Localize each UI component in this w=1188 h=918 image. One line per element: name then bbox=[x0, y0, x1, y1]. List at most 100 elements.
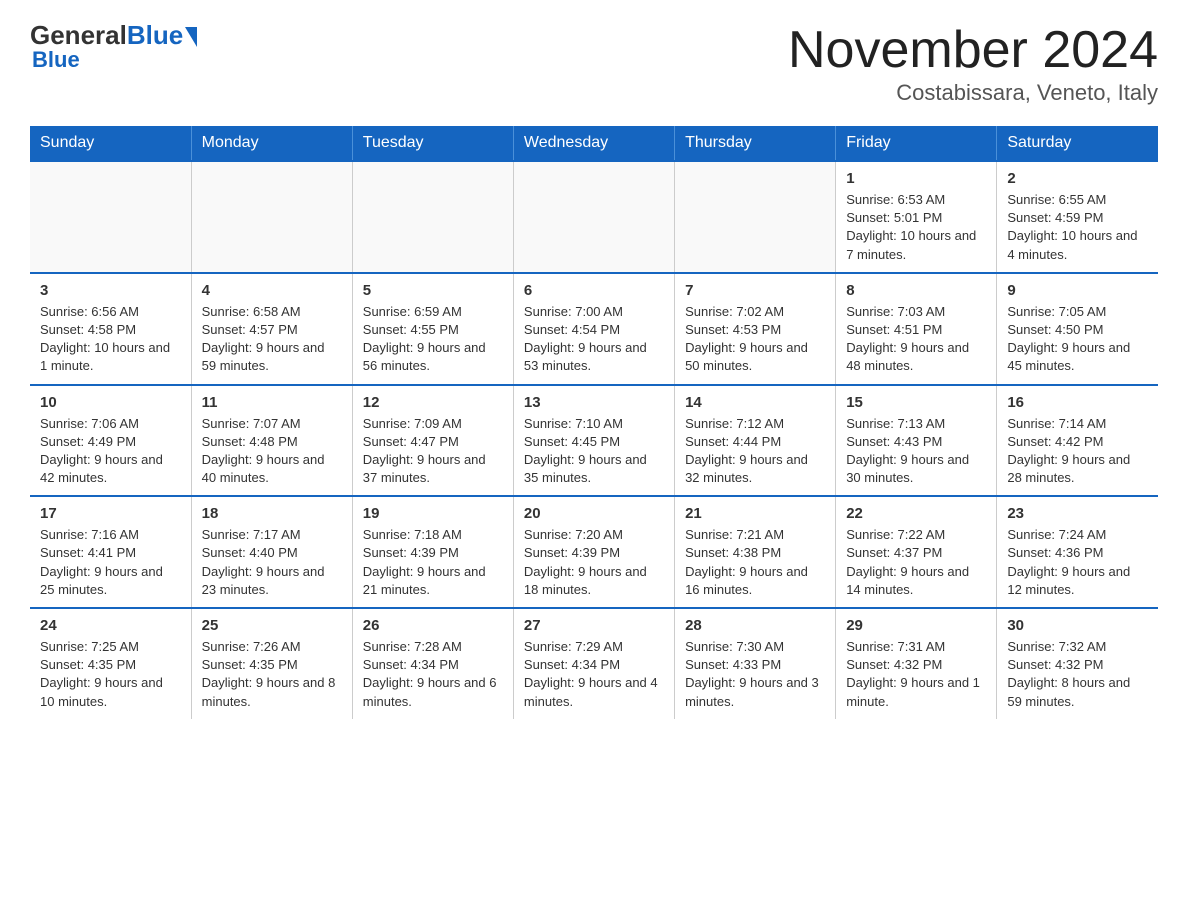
day-number: 14 bbox=[685, 394, 825, 411]
calendar-cell: 22 Sunrise: 7:22 AM Sunset: 4:37 PM Dayli… bbox=[836, 496, 997, 608]
title-block: November 2024 Costabissara, Veneto, Ital… bbox=[788, 20, 1158, 106]
day-number: 7 bbox=[685, 282, 825, 299]
calendar-cell bbox=[675, 161, 836, 273]
calendar-cell: 14 Sunrise: 7:12 AM Sunset: 4:44 PM Dayli… bbox=[675, 385, 836, 497]
day-number: 11 bbox=[202, 394, 342, 411]
day-of-week-header: Friday bbox=[836, 126, 997, 161]
day-number: 29 bbox=[846, 617, 986, 634]
calendar-header: SundayMondayTuesdayWednesdayThursdayFrid… bbox=[30, 126, 1158, 161]
day-info: Sunrise: 7:00 AM Sunset: 4:54 PM Dayligh… bbox=[524, 303, 664, 376]
calendar-cell: 4 Sunrise: 6:58 AM Sunset: 4:57 PM Daylig… bbox=[191, 273, 352, 385]
day-number: 3 bbox=[40, 282, 181, 299]
day-of-week-header: Saturday bbox=[997, 126, 1158, 161]
calendar-cell: 18 Sunrise: 7:17 AM Sunset: 4:40 PM Dayli… bbox=[191, 496, 352, 608]
calendar-cell: 13Sunrise: 7:10 AM Sunset: 4:45 PM Dayli… bbox=[513, 385, 674, 497]
day-number: 4 bbox=[202, 282, 342, 299]
calendar-cell bbox=[513, 161, 674, 273]
calendar-cell: 7Sunrise: 7:02 AM Sunset: 4:53 PM Daylig… bbox=[675, 273, 836, 385]
day-info: Sunrise: 7:26 AM Sunset: 4:35 PM Dayligh… bbox=[202, 638, 342, 711]
day-number: 21 bbox=[685, 505, 825, 522]
day-info: Sunrise: 7:14 AM Sunset: 4:42 PM Dayligh… bbox=[1007, 415, 1148, 488]
day-info: Sunrise: 7:32 AM Sunset: 4:32 PM Dayligh… bbox=[1007, 638, 1148, 711]
day-info: Sunrise: 7:17 AM Sunset: 4:40 PM Dayligh… bbox=[202, 526, 342, 599]
day-number: 5 bbox=[363, 282, 503, 299]
day-info: Sunrise: 7:28 AM Sunset: 4:34 PM Dayligh… bbox=[363, 638, 503, 711]
calendar-cell: 28Sunrise: 7:30 AM Sunset: 4:33 PM Dayli… bbox=[675, 608, 836, 719]
day-number: 1 bbox=[846, 170, 986, 187]
day-number: 16 bbox=[1007, 394, 1148, 411]
logo-bottom-text: Blue bbox=[32, 47, 80, 73]
calendar-cell: 15Sunrise: 7:13 AM Sunset: 4:43 PM Dayli… bbox=[836, 385, 997, 497]
calendar-week-row: 1 Sunrise: 6:53 AM Sunset: 5:01 PM Daylig… bbox=[30, 161, 1158, 273]
day-of-week-header: Sunday bbox=[30, 126, 191, 161]
day-info: Sunrise: 7:22 AM Sunset: 4:37 PM Dayligh… bbox=[846, 526, 986, 599]
calendar-cell bbox=[30, 161, 191, 273]
day-info: Sunrise: 7:30 AM Sunset: 4:33 PM Dayligh… bbox=[685, 638, 825, 711]
day-info: Sunrise: 7:18 AM Sunset: 4:39 PM Dayligh… bbox=[363, 526, 503, 599]
day-info: Sunrise: 7:21 AM Sunset: 4:38 PM Dayligh… bbox=[685, 526, 825, 599]
calendar-week-row: 10 Sunrise: 7:06 AM Sunset: 4:49 PM Dayli… bbox=[30, 385, 1158, 497]
day-of-week-header: Monday bbox=[191, 126, 352, 161]
calendar-cell: 29 Sunrise: 7:31 AM Sunset: 4:32 PM Dayli… bbox=[836, 608, 997, 719]
calendar-week-row: 3 Sunrise: 6:56 AM Sunset: 4:58 PM Daylig… bbox=[30, 273, 1158, 385]
day-info: Sunrise: 7:06 AM Sunset: 4:49 PM Dayligh… bbox=[40, 415, 181, 488]
calendar-cell: 16 Sunrise: 7:14 AM Sunset: 4:42 PM Dayli… bbox=[997, 385, 1158, 497]
day-number: 27 bbox=[524, 617, 664, 634]
day-info: Sunrise: 7:05 AM Sunset: 4:50 PM Dayligh… bbox=[1007, 303, 1148, 376]
day-number: 30 bbox=[1007, 617, 1148, 634]
day-number: 25 bbox=[202, 617, 342, 634]
day-number: 18 bbox=[202, 505, 342, 522]
day-info: Sunrise: 6:59 AM Sunset: 4:55 PM Dayligh… bbox=[363, 303, 503, 376]
day-number: 15 bbox=[846, 394, 986, 411]
calendar-cell: 10 Sunrise: 7:06 AM Sunset: 4:49 PM Dayli… bbox=[30, 385, 191, 497]
calendar-cell bbox=[191, 161, 352, 273]
calendar-cell: 12 Sunrise: 7:09 AM Sunset: 4:47 PM Dayli… bbox=[352, 385, 513, 497]
day-number: 9 bbox=[1007, 282, 1148, 299]
day-number: 19 bbox=[363, 505, 503, 522]
day-number: 2 bbox=[1007, 170, 1148, 187]
day-info: Sunrise: 7:24 AM Sunset: 4:36 PM Dayligh… bbox=[1007, 526, 1148, 599]
day-info: Sunrise: 7:10 AM Sunset: 4:45 PM Dayligh… bbox=[524, 415, 664, 488]
day-info: Sunrise: 7:12 AM Sunset: 4:44 PM Dayligh… bbox=[685, 415, 825, 488]
days-of-week-row: SundayMondayTuesdayWednesdayThursdayFrid… bbox=[30, 126, 1158, 161]
calendar-cell: 17Sunrise: 7:16 AM Sunset: 4:41 PM Dayli… bbox=[30, 496, 191, 608]
day-number: 12 bbox=[363, 394, 503, 411]
calendar-table: SundayMondayTuesdayWednesdayThursdayFrid… bbox=[30, 126, 1158, 719]
logo: General Blue Blue bbox=[30, 20, 197, 73]
calendar-cell: 1 Sunrise: 6:53 AM Sunset: 5:01 PM Daylig… bbox=[836, 161, 997, 273]
day-number: 10 bbox=[40, 394, 181, 411]
logo-triangle-icon bbox=[185, 27, 197, 47]
day-info: Sunrise: 6:56 AM Sunset: 4:58 PM Dayligh… bbox=[40, 303, 181, 376]
calendar-cell: 8Sunrise: 7:03 AM Sunset: 4:51 PM Daylig… bbox=[836, 273, 997, 385]
logo-blue-part: Blue bbox=[127, 20, 197, 51]
day-number: 26 bbox=[363, 617, 503, 634]
calendar-cell: 2 Sunrise: 6:55 AM Sunset: 4:59 PM Daylig… bbox=[997, 161, 1158, 273]
day-info: Sunrise: 7:25 AM Sunset: 4:35 PM Dayligh… bbox=[40, 638, 181, 711]
day-info: Sunrise: 6:53 AM Sunset: 5:01 PM Dayligh… bbox=[846, 191, 986, 264]
day-info: Sunrise: 7:29 AM Sunset: 4:34 PM Dayligh… bbox=[524, 638, 664, 711]
calendar-cell: 26 Sunrise: 7:28 AM Sunset: 4:34 PM Dayli… bbox=[352, 608, 513, 719]
calendar-cell: 21 Sunrise: 7:21 AM Sunset: 4:38 PM Dayli… bbox=[675, 496, 836, 608]
day-info: Sunrise: 7:20 AM Sunset: 4:39 PM Dayligh… bbox=[524, 526, 664, 599]
day-info: Sunrise: 6:58 AM Sunset: 4:57 PM Dayligh… bbox=[202, 303, 342, 376]
location-subtitle: Costabissara, Veneto, Italy bbox=[788, 80, 1158, 106]
calendar-body: 1 Sunrise: 6:53 AM Sunset: 5:01 PM Daylig… bbox=[30, 161, 1158, 719]
day-info: Sunrise: 7:03 AM Sunset: 4:51 PM Dayligh… bbox=[846, 303, 986, 376]
day-of-week-header: Tuesday bbox=[352, 126, 513, 161]
calendar-cell: 25 Sunrise: 7:26 AM Sunset: 4:35 PM Dayli… bbox=[191, 608, 352, 719]
day-number: 6 bbox=[524, 282, 664, 299]
day-info: Sunrise: 7:31 AM Sunset: 4:32 PM Dayligh… bbox=[846, 638, 986, 711]
calendar-cell: 6 Sunrise: 7:00 AM Sunset: 4:54 PM Daylig… bbox=[513, 273, 674, 385]
calendar-cell: 23 Sunrise: 7:24 AM Sunset: 4:36 PM Dayli… bbox=[997, 496, 1158, 608]
calendar-week-row: 24Sunrise: 7:25 AM Sunset: 4:35 PM Dayli… bbox=[30, 608, 1158, 719]
page-header: General Blue Blue November 2024 Costabis… bbox=[30, 20, 1158, 106]
day-number: 23 bbox=[1007, 505, 1148, 522]
calendar-cell: 5 Sunrise: 6:59 AM Sunset: 4:55 PM Daylig… bbox=[352, 273, 513, 385]
calendar-cell: 11Sunrise: 7:07 AM Sunset: 4:48 PM Dayli… bbox=[191, 385, 352, 497]
day-info: Sunrise: 7:09 AM Sunset: 4:47 PM Dayligh… bbox=[363, 415, 503, 488]
day-of-week-header: Wednesday bbox=[513, 126, 674, 161]
day-info: Sunrise: 6:55 AM Sunset: 4:59 PM Dayligh… bbox=[1007, 191, 1148, 264]
day-number: 17 bbox=[40, 505, 181, 522]
calendar-cell: 24Sunrise: 7:25 AM Sunset: 4:35 PM Dayli… bbox=[30, 608, 191, 719]
day-number: 22 bbox=[846, 505, 986, 522]
